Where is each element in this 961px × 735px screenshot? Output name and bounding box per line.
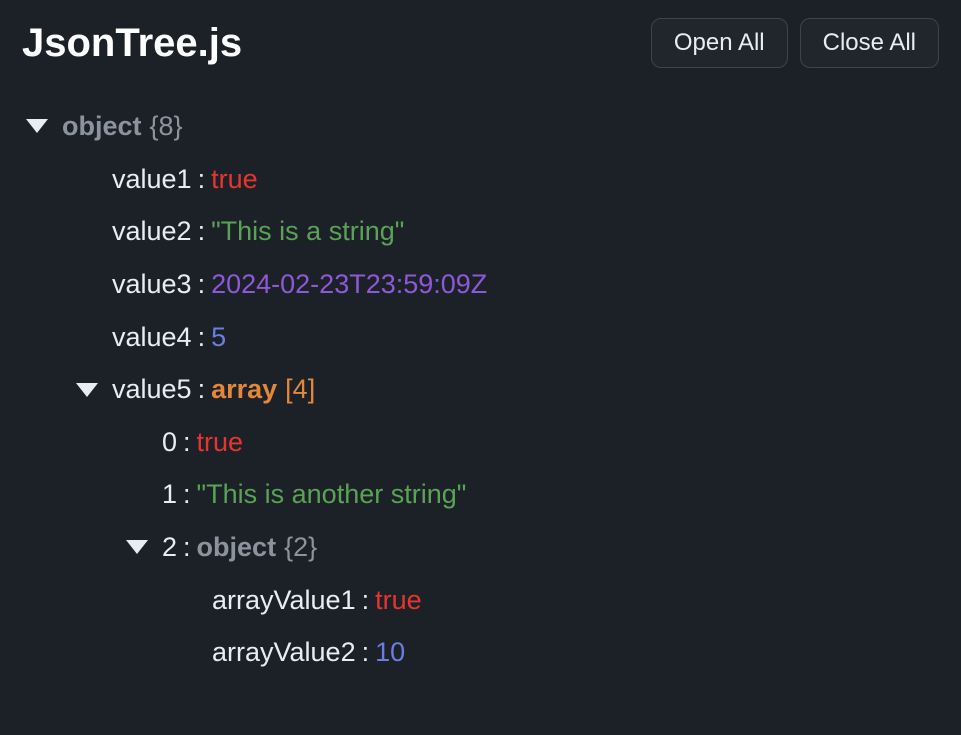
header-actions: Open All Close All	[651, 18, 939, 68]
tree-row-value4[interactable]: value4 : 5	[22, 311, 939, 364]
tree-row-value3[interactable]: value3 : 2024-02-23T23:59:09Z	[22, 258, 939, 311]
value-string: "This is a string"	[211, 205, 404, 258]
key-label: arrayValue1	[212, 574, 356, 627]
value-number: 5	[211, 311, 226, 364]
key-label: 1	[162, 468, 177, 521]
tree-row-value1[interactable]: value1 : true	[22, 153, 939, 206]
colon: :	[183, 521, 191, 574]
header: JsonTree.js Open All Close All	[22, 18, 939, 68]
colon: :	[362, 626, 370, 679]
colon: :	[183, 468, 191, 521]
key-label: value5	[112, 363, 192, 416]
key-label: 0	[162, 416, 177, 469]
tree-row-value5[interactable]: value5 : array [4]	[22, 363, 939, 416]
object-count: {8}	[150, 100, 183, 153]
colon: :	[198, 363, 206, 416]
tree-row-arrayvalue1[interactable]: arrayValue1 : true	[22, 574, 939, 627]
chevron-down-icon[interactable]	[26, 119, 48, 133]
colon: :	[198, 153, 206, 206]
type-label-object: object	[197, 521, 277, 574]
value-string: "This is another string"	[197, 468, 467, 521]
array-count: [4]	[285, 363, 315, 416]
tree-row-array-1[interactable]: 1 : "This is another string"	[22, 468, 939, 521]
key-label: 2	[162, 521, 177, 574]
key-label: arrayValue2	[212, 626, 356, 679]
type-label-object: object	[62, 100, 142, 153]
open-all-button[interactable]: Open All	[651, 18, 788, 68]
value-boolean: true	[211, 153, 258, 206]
chevron-down-icon[interactable]	[126, 540, 148, 554]
value-date: 2024-02-23T23:59:09Z	[211, 258, 487, 311]
tree-row-array-0[interactable]: 0 : true	[22, 416, 939, 469]
colon: :	[198, 311, 206, 364]
json-tree: object {8} value1 : true value2 : "This …	[22, 100, 939, 679]
chevron-down-icon[interactable]	[76, 383, 98, 397]
colon: :	[183, 416, 191, 469]
key-label: value4	[112, 311, 192, 364]
colon: :	[198, 258, 206, 311]
value-boolean: true	[375, 574, 422, 627]
colon: :	[198, 205, 206, 258]
type-label-array: array	[211, 363, 277, 416]
app-title: JsonTree.js	[22, 21, 242, 66]
colon: :	[362, 574, 370, 627]
key-label: value3	[112, 258, 192, 311]
tree-row-array-2[interactable]: 2 : object {2}	[22, 521, 939, 574]
tree-row-value2[interactable]: value2 : "This is a string"	[22, 205, 939, 258]
tree-row-root[interactable]: object {8}	[22, 100, 939, 153]
tree-row-arrayvalue2[interactable]: arrayValue2 : 10	[22, 626, 939, 679]
object-count: {2}	[284, 521, 317, 574]
value-number: 10	[375, 626, 405, 679]
value-boolean: true	[197, 416, 244, 469]
close-all-button[interactable]: Close All	[800, 18, 939, 68]
key-label: value2	[112, 205, 192, 258]
key-label: value1	[112, 153, 192, 206]
